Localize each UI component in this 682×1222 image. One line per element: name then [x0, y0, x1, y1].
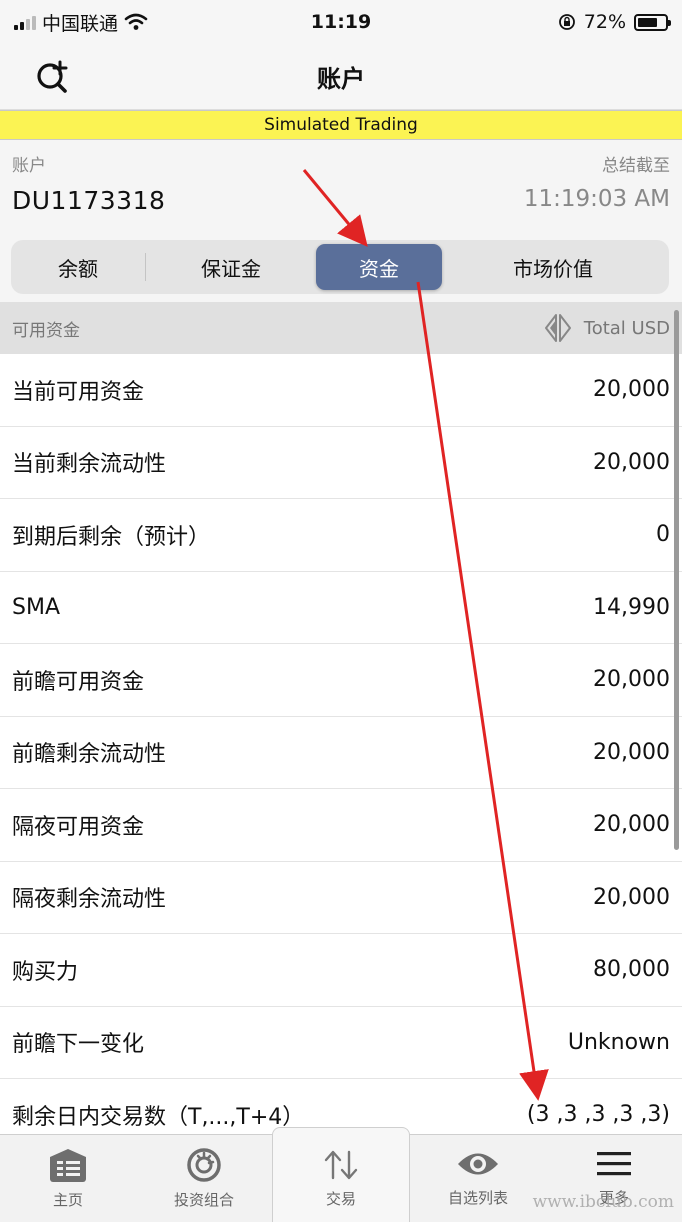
row-value: 14,990 [593, 594, 670, 620]
home-grid-icon [50, 1149, 86, 1182]
list-item[interactable]: 剩余日内交易数（T,...,T+4） (3 ,3 ,3 ,3 ,3) [0, 1079, 682, 1134]
row-label: 隔夜剩余流动性 [12, 887, 167, 913]
tab-label: 投资组合 [173, 1191, 234, 1209]
row-label: 前瞻剩余流动性 [12, 742, 167, 768]
tab-watchlist[interactable]: 自选列表 [410, 1135, 546, 1222]
battery-level [638, 17, 657, 27]
hamburger-menu-icon [597, 1152, 631, 1176]
row-value: 20,000 [593, 377, 670, 403]
row-value: 0 [656, 522, 670, 548]
tab-funds[interactable]: 资金 [316, 244, 442, 290]
carrier-name: 中国联通 [42, 12, 119, 35]
row-value: Unknown [567, 1029, 670, 1055]
section-header: 可用资金 Total USD [0, 302, 682, 354]
row-label: 前瞻可用资金 [12, 669, 145, 695]
segmented-control: 余额 保证金 资金 市场价值 [11, 240, 669, 294]
list-item[interactable]: 前瞻下一变化 Unknown [0, 1007, 682, 1079]
currency-selector[interactable]: Total USD [542, 312, 670, 344]
tab-portfolio[interactable]: 投资组合 [136, 1135, 272, 1222]
summary-asof-label: 总结截至 [602, 156, 670, 176]
account-summary: 账户 DU1173318 总结截至 11:19:03 AM 余额 保证金 资金 … [0, 140, 682, 302]
scrollbar[interactable] [674, 310, 679, 850]
account-label: 账户 [12, 156, 46, 176]
row-value: 20,000 [593, 812, 670, 838]
page-title: 账户 [317, 65, 365, 93]
orientation-lock-icon [558, 14, 575, 30]
list-item[interactable]: 前瞻可用资金 20,000 [0, 644, 682, 717]
row-value: (3 ,3 ,3 ,3 ,3) [526, 1102, 670, 1128]
section-title: 可用资金 [12, 320, 80, 341]
status-left: 中国联通 [14, 9, 274, 36]
nav-header: 账户 [0, 44, 682, 110]
tab-label: 主页 [52, 1191, 83, 1209]
watermark: www.ibclub.com [532, 1192, 674, 1212]
list-item[interactable]: SMA 14,990 [0, 572, 682, 644]
row-value: 20,000 [593, 739, 670, 765]
row-label: 购买力 [12, 959, 79, 985]
status-time: 11:19 [310, 11, 372, 33]
currency-label: Total USD [583, 317, 670, 339]
tab-label: 自选列表 [447, 1189, 508, 1207]
eye-icon [458, 1153, 498, 1175]
battery-percent: 72% [583, 11, 626, 33]
row-label: SMA [12, 594, 60, 620]
row-label: 前瞻下一变化 [12, 1032, 145, 1058]
status-right: 72% [408, 11, 671, 33]
list-item[interactable]: 隔夜可用资金 20,000 [0, 789, 682, 862]
tab-margin[interactable]: 保证金 [146, 244, 316, 290]
tab-label: 交易 [325, 1190, 356, 1208]
tab-trade[interactable]: 交易 [272, 1127, 410, 1222]
tab-balance[interactable]: 余额 [11, 244, 145, 290]
row-label: 当前剩余流动性 [12, 452, 167, 478]
wifi-icon [124, 13, 148, 30]
row-label: 剩余日内交易数（T,...,T+4） [12, 1104, 305, 1130]
summary-asof-time: 11:19:03 AM [523, 186, 670, 212]
list-item[interactable]: 当前剩余流动性 20,000 [0, 427, 682, 499]
row-label: 到期后剩余（预计） [12, 524, 211, 550]
status-bar: 中国联通 11:19 72% [0, 0, 682, 44]
list-item[interactable]: 前瞻剩余流动性 20,000 [0, 717, 682, 789]
funds-list: 当前可用资金 20,000 当前剩余流动性 20,000 到期后剩余（预计） 0 SM… [0, 354, 682, 1134]
list-item[interactable]: 隔夜剩余流动性 20,000 [0, 862, 682, 934]
row-label: 当前可用资金 [12, 379, 145, 405]
row-value: 20,000 [593, 884, 670, 910]
portfolio-dial-icon [187, 1148, 221, 1182]
search-add-icon[interactable] [34, 58, 74, 98]
row-value: 20,000 [593, 667, 670, 693]
row-value: 20,000 [593, 449, 670, 475]
tab-home[interactable]: 主页 [0, 1135, 136, 1222]
battery-icon [634, 13, 671, 31]
account-id[interactable]: DU1173318 [12, 186, 165, 215]
row-value: 80,000 [593, 957, 670, 983]
trade-arrows-icon [324, 1150, 358, 1180]
list-item[interactable]: 购买力 80,000 [0, 934, 682, 1007]
row-label: 隔夜可用资金 [12, 814, 145, 840]
tab-market-value[interactable]: 市场价值 [442, 244, 664, 290]
list-item[interactable]: 当前可用资金 20,000 [0, 354, 682, 427]
signal-strength-icon [14, 14, 36, 30]
list-item[interactable]: 到期后剩余（预计） 0 [0, 499, 682, 572]
simulated-trading-banner: Simulated Trading [0, 110, 682, 140]
toggle-arrows-icon[interactable] [542, 312, 574, 344]
